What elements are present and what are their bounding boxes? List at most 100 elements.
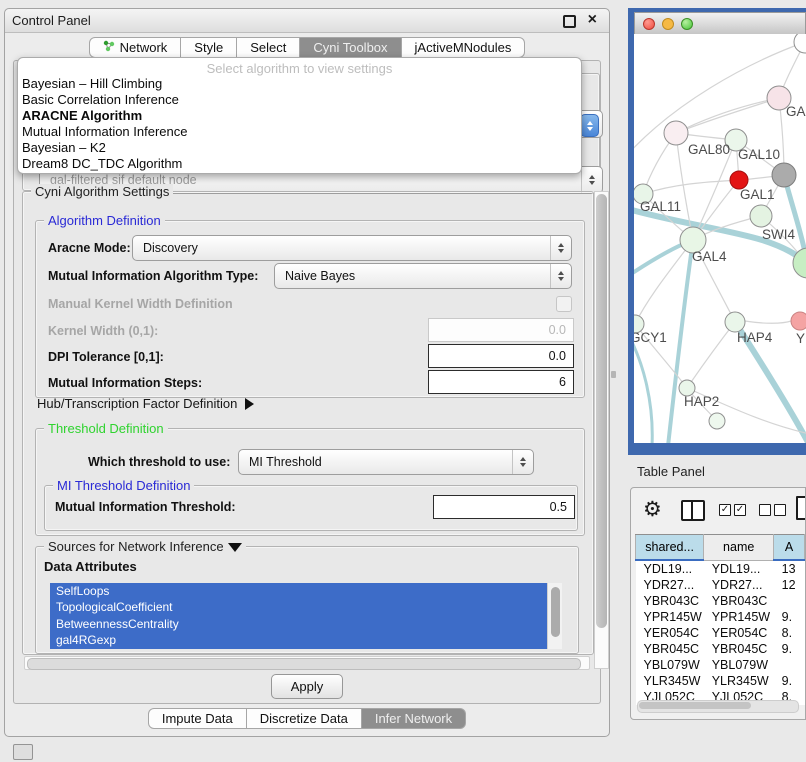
table-horizontal-scrollbar[interactable] [637,700,799,713]
table-row[interactable]: YER054CYER054C8. [636,625,805,641]
list-scrollbar[interactable] [547,583,562,649]
tab-infer-network[interactable]: Infer Network [362,708,466,729]
network-edge[interactable] [676,98,779,133]
table-cell: YER054C [704,625,774,641]
dpi-tolerance-field[interactable]: 0.0 [428,344,574,368]
which-threshold-combo[interactable]: MI Threshold [238,449,534,475]
network-node[interactable] [725,312,745,332]
tab-discretize-data[interactable]: Discretize Data [247,708,362,729]
tab-style[interactable]: Style [181,37,237,58]
algorithm-option[interactable]: ARACNE Algorithm [18,108,581,124]
algorithm-option[interactable]: Basic Correlation Inference [18,92,581,108]
network-edge[interactable] [745,321,791,323]
network-node[interactable] [791,312,806,330]
algorithm-option[interactable]: Bayesian – Hill Climbing [18,76,581,92]
table-row[interactable]: YBR045CYBR045C9. [636,641,805,657]
tab-select[interactable]: Select [237,37,300,58]
tab-network[interactable]: Network [89,37,182,58]
table-row[interactable]: YBL079WYBL079W [636,657,805,673]
collapsed-panel-icon[interactable] [13,744,33,760]
control-panel-titlebar: Control Panel × [5,9,609,33]
table-row[interactable]: YPR145WYPR145W9. [636,609,805,625]
network-window-titlebar[interactable] [634,12,806,34]
network-edge[interactable] [643,180,739,194]
checked-checkbox-icon[interactable]: ✓ [734,504,746,516]
settings-vertical-scrollbar[interactable] [594,191,609,669]
settings-horizontal-scrollbar[interactable] [24,656,590,670]
network-node[interactable] [750,205,772,227]
algorithm-option[interactable]: Bayesian – K2 [18,140,581,156]
threshold-definition-legend: Threshold Definition [44,421,168,436]
algorithm-option[interactable]: Dream8 DC_TDC Algorithm [18,156,581,172]
close-traffic-light-icon[interactable] [643,18,655,30]
scrollbar-thumb[interactable] [639,702,751,709]
column-header-shared[interactable]: shared... [636,535,704,561]
data-attributes-list[interactable]: SelfLoopsTopologicalCoefficientBetweenne… [50,583,562,649]
mi-threshold-field[interactable]: 0.5 [433,495,575,519]
scrollbar-thumb[interactable] [551,587,560,637]
network-view-window: GALGAL80GAL10GAL1GAL11GAL4SWI4GCY1HAP4YH… [628,8,806,455]
float-window-icon[interactable] [563,15,576,28]
node-label-gal4: GAL4 [692,249,727,264]
kernel-width-value: 0.0 [549,323,566,337]
data-attribute-item[interactable]: gal4RGexp [50,632,562,648]
network-edge[interactable] [668,240,693,443]
aracne-mode-combo[interactable]: Discovery [132,235,572,261]
combo-stepper-icon[interactable] [550,264,571,288]
columns-icon[interactable] [681,500,705,521]
minimize-traffic-light-icon[interactable] [662,18,674,30]
network-node[interactable] [664,121,688,145]
close-window-icon[interactable]: × [588,10,597,30]
combo-stepper-icon[interactable] [580,114,599,137]
sources-legend[interactable]: Sources for Network Inference [44,539,246,554]
collapsed-arrow-icon[interactable] [245,398,254,410]
mi-algorithm-type-combo[interactable]: Naive Bayes [274,263,572,289]
table-row[interactable]: YDL19...YDL19...13 [636,560,805,577]
table-cell: 9. [774,609,805,625]
table-row[interactable]: YDR27...YDR27...12 [636,577,805,593]
checked-checkbox-icon[interactable]: ✓ [719,504,731,516]
mi-steps-field[interactable]: 6 [428,370,574,394]
tab-impute-data[interactable]: Impute Data [148,708,247,729]
network-node[interactable] [794,34,806,53]
data-attribute-item[interactable]: BetweennessCentrality [50,616,562,632]
unchecked-checkbox-icon[interactable] [774,504,786,516]
network-node[interactable] [772,163,796,187]
dropdown-prompt: Select algorithm to view settings [18,58,581,76]
table-row[interactable]: YLR345WYLR345W9. [636,673,805,689]
network-edge[interactable] [634,334,652,443]
tab-label: Select [250,40,286,55]
unchecked-checkbox-icon[interactable] [759,504,771,516]
combo-stepper-icon[interactable] [581,167,602,193]
combo-stepper-icon[interactable] [512,450,533,474]
table-cell: YPR145W [704,609,774,625]
algorithm-option[interactable]: Mutual Information Inference [18,124,581,140]
data-attribute-item[interactable]: TopologicalCoefficient [50,599,562,615]
table-panel-window: ⚙ ✓ ✓ shared...nameA YDL19...YDL19...13Y… [630,487,806,720]
apply-button[interactable]: Apply [271,674,343,699]
network-node[interactable] [709,413,725,429]
gear-icon[interactable]: ⚙ [643,496,662,522]
zoom-traffic-light-icon[interactable] [681,18,693,30]
scrollbar-thumb[interactable] [27,658,581,670]
tab-cyni-toolbox[interactable]: Cyni Toolbox [300,37,401,58]
data-attribute-item[interactable]: SelfLoops [50,583,562,599]
combo-stepper-icon[interactable] [550,236,571,260]
document-icon[interactable] [796,496,806,520]
column-header-a[interactable]: A [774,535,805,561]
scrollbar-thumb[interactable] [596,194,607,628]
hub-transcription-factor-section[interactable]: Hub/Transcription Factor Definition [37,396,254,411]
tab-jactivemnodules[interactable]: jActiveMNodules [402,37,526,58]
mi-threshold-label: Mutual Information Threshold: [55,500,236,514]
network-canvas[interactable]: GALGAL80GAL10GAL1GAL11GAL4SWI4GCY1HAP4YH… [634,34,806,443]
node-label-gal10: GAL10 [738,147,780,162]
table-row[interactable]: YBR043CYBR043C [636,593,805,609]
panel-splitter-handle[interactable] [611,371,616,378]
expanded-arrow-icon[interactable] [228,543,242,552]
column-header-name[interactable]: name [704,535,774,561]
tab-label: Impute Data [162,711,233,726]
node-label-gcy1: GCY1 [634,330,667,345]
kernel-width-field[interactable]: 0.0 [428,318,574,342]
network-edge[interactable] [687,322,735,388]
manual-kernel-width-checkbox[interactable] [556,296,572,312]
